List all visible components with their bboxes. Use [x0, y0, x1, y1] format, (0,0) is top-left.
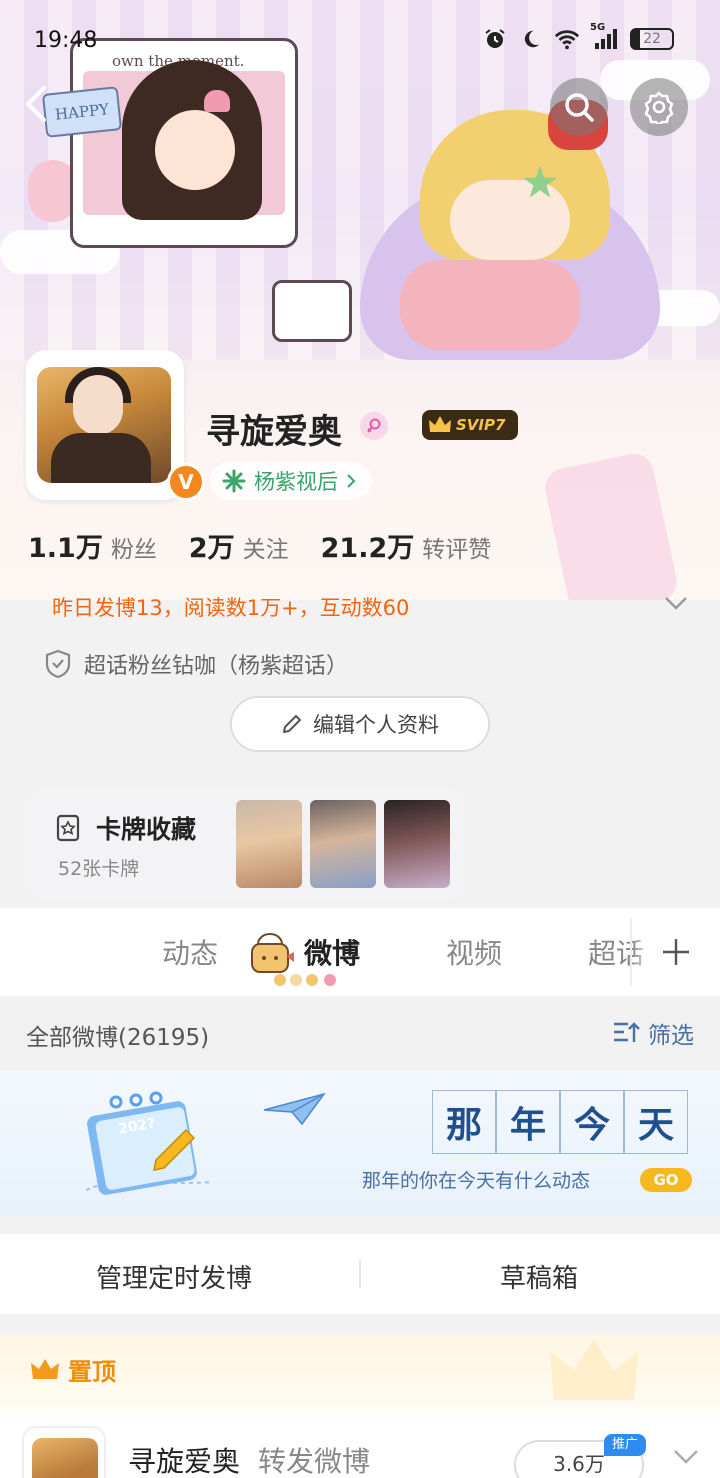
fan-club-row[interactable]: 超话粉丝钻咖（杨紫超话） — [44, 648, 348, 680]
stat-following[interactable]: 2万 关注 — [189, 526, 289, 565]
stat-number: 2万 — [188, 533, 235, 564]
scheduled-posts-button[interactable]: 管理定时发博 — [96, 1258, 252, 1295]
that-year-go-button[interactable]: GO — [640, 1168, 692, 1192]
back-button[interactable] — [22, 84, 62, 128]
profile-name: 寻旋爱奥 — [206, 412, 342, 452]
edit-profile-button[interactable]: 编辑个人资料 — [230, 696, 490, 752]
chevron-left-icon — [25, 86, 46, 122]
yesterday-summary[interactable]: 昨日发博13，阅读数1万+，互动数60 — [52, 592, 409, 622]
network-type: 5G — [590, 22, 606, 33]
profile-stats: 1.1万 粉丝 2万 关注 21.2万 转评赞 — [28, 526, 491, 565]
crown-watermark-icon — [550, 1340, 638, 1400]
radio-illustration — [272, 280, 352, 342]
calendar-icon: 202? — [86, 1091, 212, 1195]
avatar-image — [37, 367, 171, 483]
tab-decoration-icon — [248, 930, 298, 978]
super-topic-tag[interactable]: 杨紫视后 — [210, 462, 372, 500]
pinned-text: 置顶 — [68, 1358, 116, 1386]
pajamas-illustration — [400, 260, 580, 350]
stat-label: 关注 — [242, 537, 289, 563]
drafts-button[interactable]: 草稿箱 — [500, 1258, 578, 1295]
tab-weibo[interactable]: 微博 — [304, 932, 360, 972]
verified-badge: V — [167, 463, 205, 501]
heart-bow-illustration — [204, 90, 230, 112]
that-year-today-banner[interactable]: 202? 那 年 今 天 那年的你在今天有什么动态 GO — [0, 1070, 720, 1214]
tab-dynamics[interactable]: 动态 — [162, 932, 218, 972]
edit-profile-label: 编辑个人资料 — [313, 713, 439, 737]
moon-icon — [518, 26, 544, 52]
svip-label: SVIP7 — [456, 416, 506, 434]
plus-icon — [663, 939, 689, 965]
manage-divider — [359, 1260, 361, 1288]
stat-label: 转评赞 — [422, 537, 492, 563]
all-weibo-title: 全部微博(26195) — [26, 1025, 210, 1051]
post-avatar[interactable] — [22, 1426, 106, 1478]
all-weibo-bar: 全部微博(26195) 筛选 — [0, 996, 720, 1070]
super-topic-icon — [222, 469, 246, 493]
card-collection[interactable]: 卡牌收藏 52张卡牌 — [28, 788, 462, 900]
filter-button[interactable]: 筛选 — [612, 1016, 694, 1050]
fan-club-label: 超话粉丝钻咖（杨紫超话） — [84, 654, 349, 679]
card-icon — [56, 814, 80, 842]
chevron-down-icon — [674, 1450, 698, 1464]
stat-likes[interactable]: 21.2万 转评赞 — [321, 526, 492, 565]
pinned-label: 置顶 — [30, 1352, 116, 1387]
paper-plane-icon — [263, 1092, 326, 1126]
search-button[interactable] — [550, 78, 608, 136]
girl-face-illustration — [155, 110, 235, 190]
that-year-char: 那 — [432, 1090, 496, 1154]
svip-badge[interactable]: SVIP7 — [422, 410, 518, 440]
post-menu-button[interactable] — [672, 1448, 700, 1466]
super-topic-label: 杨紫视后 — [254, 470, 338, 494]
status-time: 19:48 — [34, 28, 98, 53]
gear-icon — [644, 91, 674, 124]
manage-row: 管理定时发博 草稿箱 — [0, 1234, 720, 1314]
card-collection-title: 卡牌收藏 — [54, 810, 196, 846]
card-thumbnail[interactable] — [384, 800, 450, 888]
chevron-down-icon — [665, 597, 687, 610]
that-year-subtitle: 那年的你在今天有什么动态 — [362, 1170, 591, 1192]
settings-button[interactable] — [630, 78, 688, 136]
avatar[interactable]: V — [26, 350, 205, 501]
stat-number: 21.2万 — [320, 533, 415, 564]
filter-icon — [614, 1022, 640, 1042]
pencil-icon — [283, 715, 301, 733]
female-gender-icon — [360, 412, 388, 440]
crown-icon — [31, 1358, 59, 1379]
status-bar: 19:48 5G 22 — [0, 20, 720, 60]
chevron-right-icon — [347, 474, 356, 488]
add-tab-button[interactable] — [632, 908, 720, 996]
that-year-title: 那 年 今 天 — [432, 1090, 688, 1154]
crown-icon — [429, 416, 451, 432]
promote-tag: 推广 — [604, 1434, 646, 1456]
search-icon — [565, 93, 594, 122]
stat-followers[interactable]: 1.1万 粉丝 — [28, 526, 157, 565]
filter-label: 筛选 — [648, 1023, 694, 1049]
card-thumbnail[interactable] — [236, 800, 302, 888]
post-action: 转发微博 — [258, 1445, 371, 1478]
profile-banner: own the moment. HAPPY — [0, 0, 720, 600]
signal-icon: 5G — [590, 22, 620, 52]
card-count: 52张卡牌 — [58, 858, 140, 880]
card-collection-label: 卡牌收藏 — [96, 815, 197, 844]
that-year-char: 天 — [624, 1090, 688, 1154]
expand-button[interactable] — [662, 592, 690, 614]
wifi-icon — [554, 26, 580, 52]
battery-indicator: 22 — [630, 28, 674, 50]
that-year-char: 今 — [560, 1090, 624, 1154]
shield-icon — [45, 649, 71, 679]
card-thumbnail[interactable] — [310, 800, 376, 888]
active-tab-indicator — [272, 972, 342, 986]
stat-label: 粉丝 — [110, 537, 157, 563]
alarm-icon — [482, 26, 508, 52]
post-author[interactable]: 寻旋爱奥 — [128, 1440, 240, 1478]
stat-number: 1.1万 — [28, 533, 103, 564]
profile-tabs: 动态 微博 视频 超话 — [0, 908, 720, 996]
flip-phone-illustration — [541, 450, 681, 600]
tab-video[interactable]: 视频 — [446, 932, 502, 972]
blonde-girl-face-illustration — [450, 180, 570, 260]
status-icons: 5G 22 — [482, 22, 674, 52]
that-year-char: 年 — [496, 1090, 560, 1154]
